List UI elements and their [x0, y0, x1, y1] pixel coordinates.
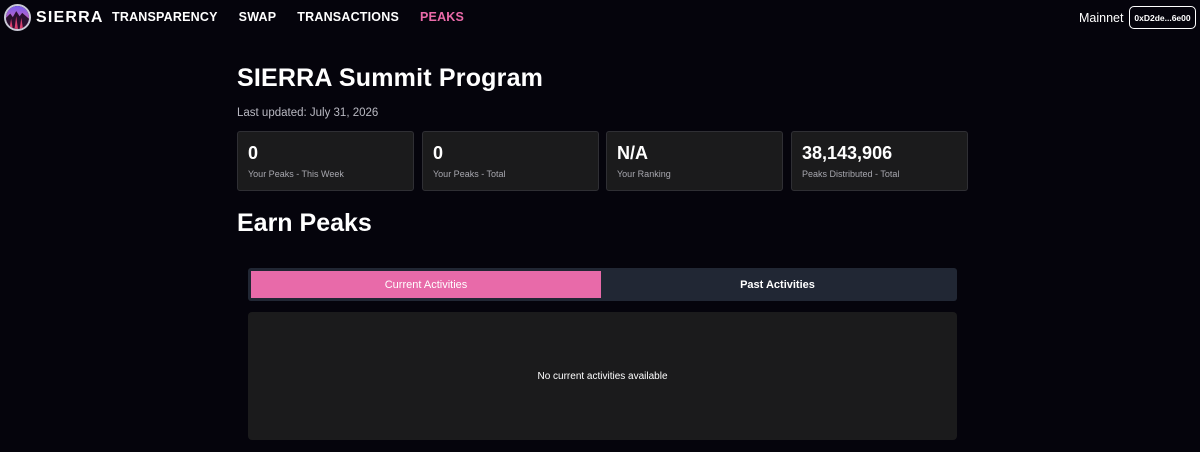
brand-logo[interactable]: SIERRA	[4, 4, 104, 31]
page-title: SIERRA Summit Program	[237, 64, 544, 92]
activities-panel: No current activities available	[248, 312, 957, 440]
stat-label: Your Ranking	[617, 169, 671, 179]
stat-label: Peaks Distributed - Total	[802, 169, 900, 179]
brand-name: SIERRA	[36, 8, 104, 26]
stat-value: 0	[433, 143, 444, 163]
stat-value: 0	[248, 143, 259, 163]
stat-value: 38,143,906	[802, 143, 893, 163]
network-selector[interactable]: Mainnet	[1079, 11, 1123, 25]
nav-transactions[interactable]: TRANSACTIONS	[297, 10, 399, 24]
nav-transparency[interactable]: TRANSPARENCY	[112, 10, 218, 24]
stat-value: N/A	[617, 143, 648, 163]
stat-card-peaks-week: 0 Your Peaks - This Week	[237, 131, 414, 191]
main-nav: TRANSPARENCY SWAP TRANSACTIONS PEAKS	[112, 10, 485, 24]
stat-card-peaks-total: 0 Your Peaks - Total	[422, 131, 599, 191]
stat-card-peaks-distributed: 38,143,906 Peaks Distributed - Total	[791, 131, 968, 191]
nav-swap[interactable]: SWAP	[239, 10, 277, 24]
earn-peaks-heading: Earn Peaks	[237, 209, 372, 237]
wallet-address-button[interactable]: 0xD2de...6e00	[1129, 6, 1196, 29]
stat-card-ranking: N/A Your Ranking	[606, 131, 783, 191]
last-updated-text: Last updated: July 31, 2026	[237, 107, 379, 119]
top-navbar: SIERRA TRANSPARENCY SWAP TRANSACTIONS PE…	[0, 0, 1200, 36]
empty-state-message: No current activities available	[537, 370, 668, 382]
nav-peaks[interactable]: PEAKS	[420, 10, 464, 24]
tab-past-activities[interactable]: Past Activities	[601, 271, 954, 298]
mountain-logo-icon	[4, 4, 31, 31]
activities-tab-bar: Current Activities Past Activities	[248, 268, 957, 301]
tab-current-activities[interactable]: Current Activities	[251, 271, 601, 298]
stat-label: Your Peaks - This Week	[248, 169, 344, 179]
stat-label: Your Peaks - Total	[433, 169, 506, 179]
